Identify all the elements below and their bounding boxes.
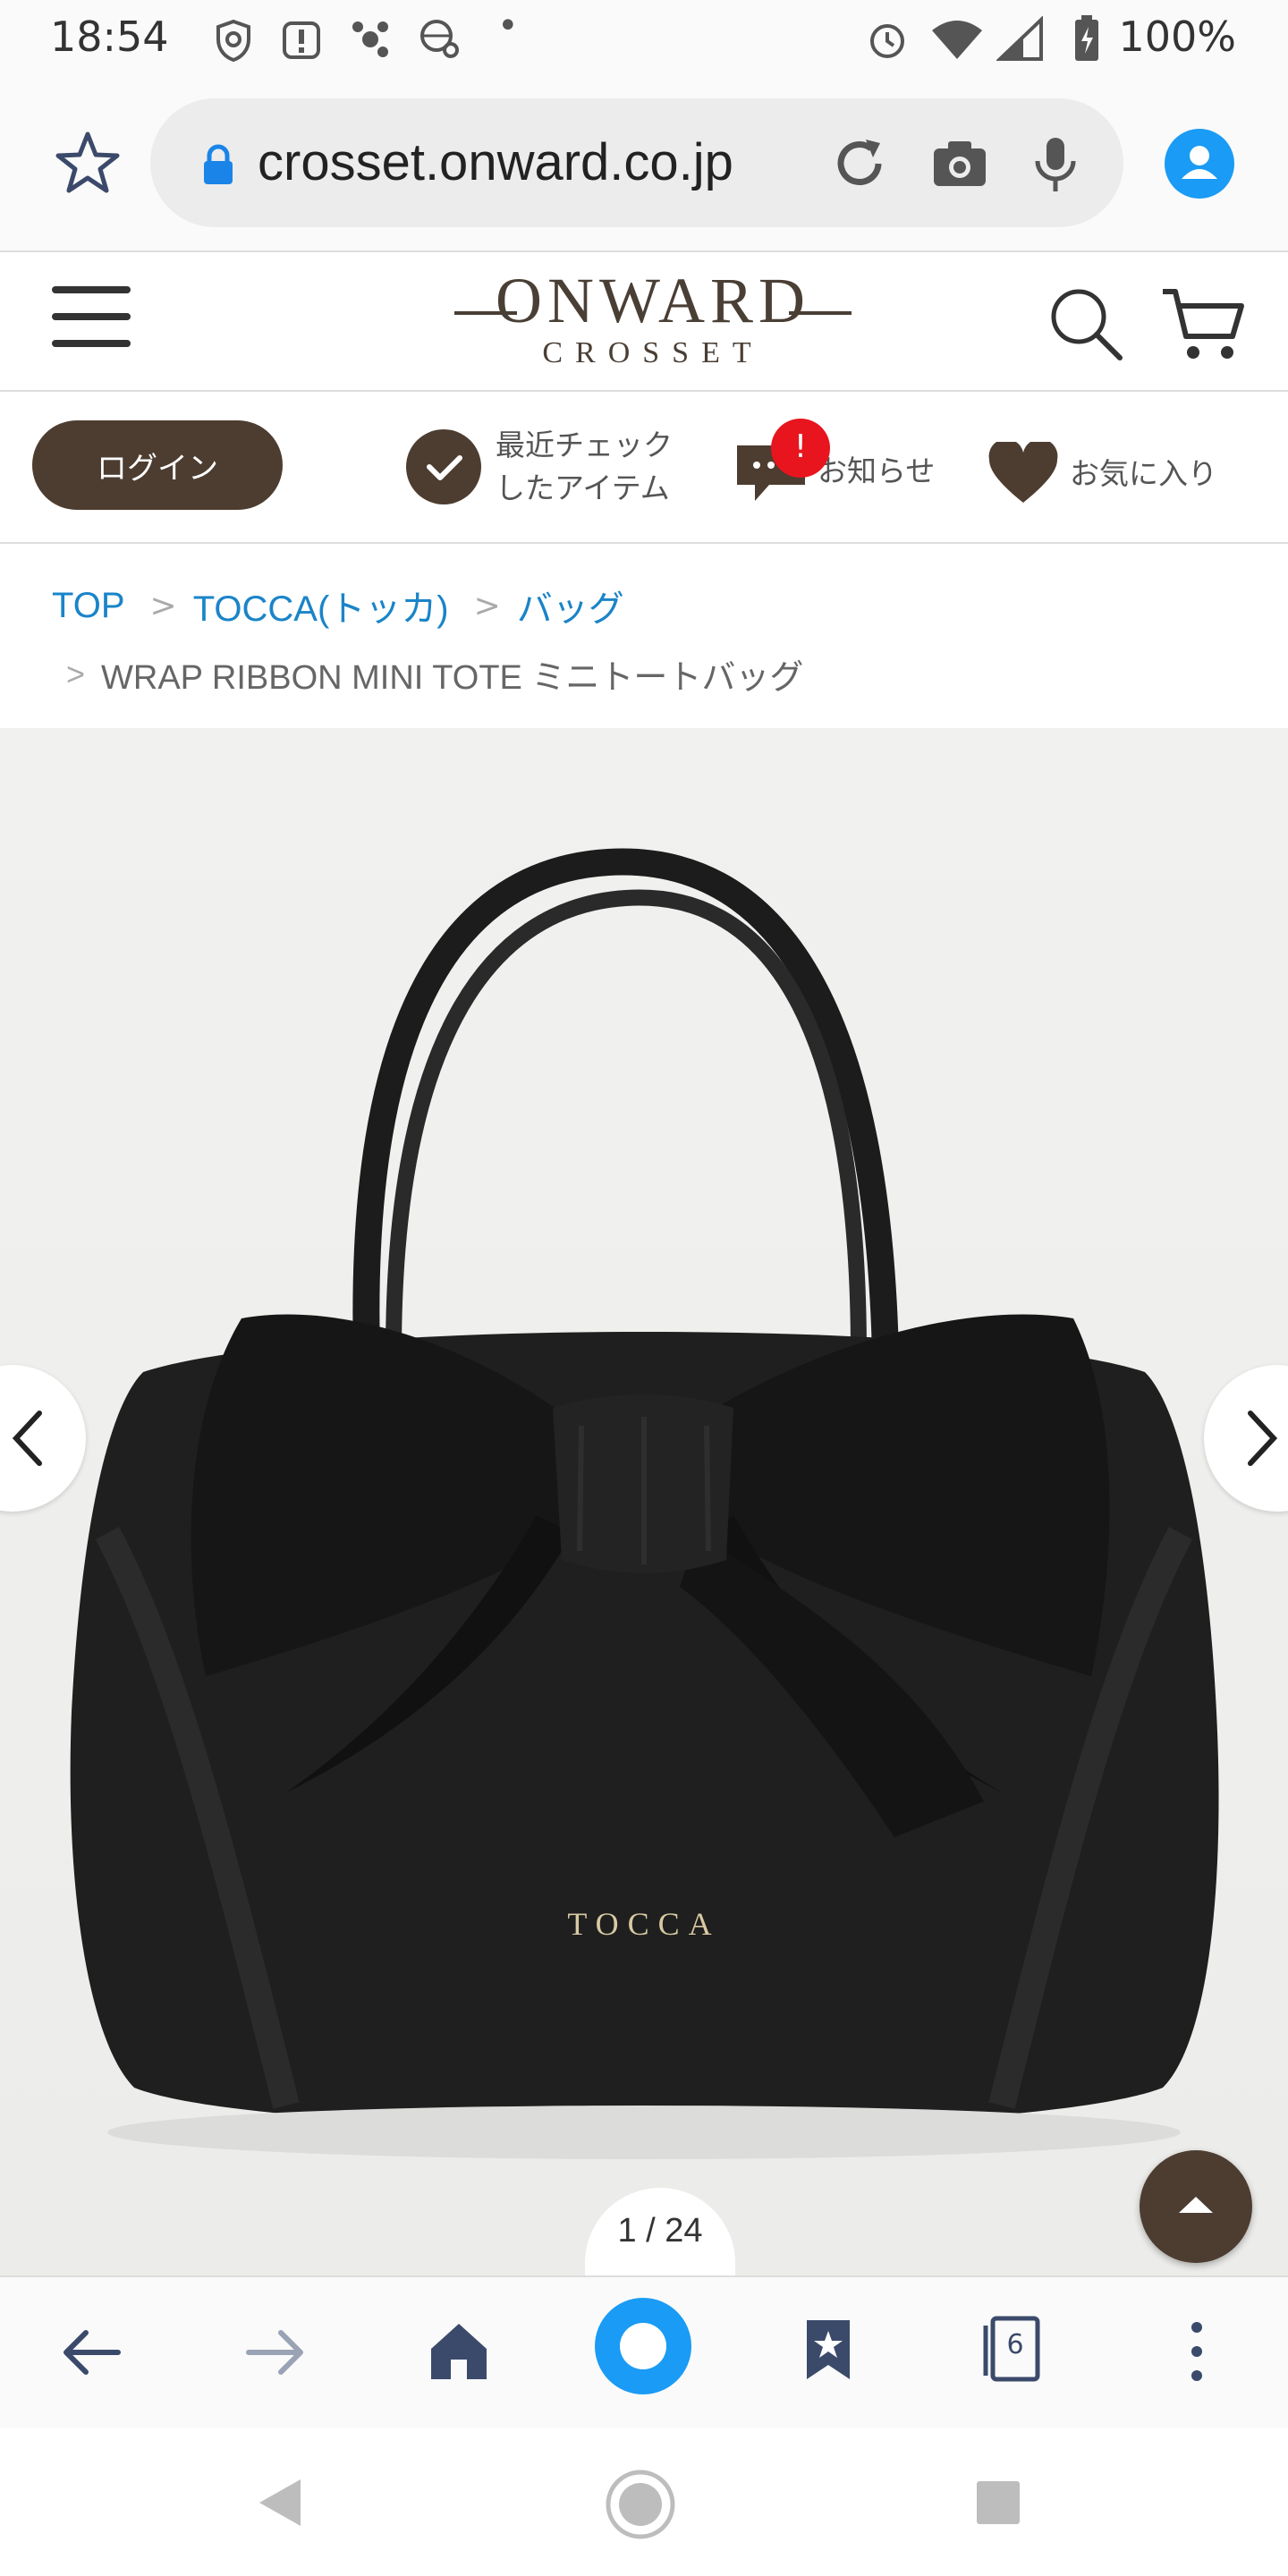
signal-icon	[996, 16, 1043, 61]
site-header: ONWARD CROSSET	[0, 250, 1288, 392]
more-options-icon[interactable]	[1181, 2318, 1213, 2385]
tab-count: 6	[1006, 2329, 1024, 2360]
check-icon	[406, 429, 481, 504]
brand-plate: TOCCA	[567, 1906, 721, 1942]
heart-icon	[988, 442, 1058, 503]
browser-toolbar: crosset.onward.co.jp	[0, 79, 1288, 250]
globe-search-icon	[420, 20, 459, 58]
wifi-icon	[932, 21, 982, 59]
search-icon[interactable]	[1046, 284, 1127, 365]
status-bar: 18:54 • 100%	[0, 0, 1288, 79]
browser-bottom-bar: 6	[0, 2275, 1288, 2428]
system-nav-bar	[0, 2428, 1288, 2576]
breadcrumb-link-brand[interactable]: TOCCA(トッカ)	[193, 580, 449, 631]
logo-rule-left	[454, 311, 517, 315]
status-time: 18:54	[50, 13, 169, 61]
reload-icon[interactable]	[830, 134, 889, 193]
breadcrumb-link-category[interactable]: バッグ	[517, 580, 624, 631]
notification-app-icon	[283, 21, 320, 59]
notification-badge: !	[771, 419, 830, 478]
url-text: crosset.onward.co.jp	[258, 133, 733, 191]
favorites-link[interactable]: お気に入り	[987, 442, 1217, 506]
next-image-button[interactable]	[1204, 1365, 1288, 1512]
shield-icon	[216, 19, 250, 63]
lock-icon	[204, 144, 233, 184]
forward-icon[interactable]	[243, 2324, 308, 2381]
logo-sub-text: CROSSET	[542, 336, 764, 369]
breadcrumb-separator: >	[473, 587, 501, 624]
chevron-left-icon	[12, 1411, 42, 1466]
favorite-label: お気に入り	[1070, 456, 1217, 491]
chevron-right-icon	[1248, 1411, 1278, 1466]
home-icon[interactable]	[426, 2318, 492, 2383]
notifications-link[interactable]: ! お知らせ	[733, 419, 936, 506]
address-bar[interactable]: crosset.onward.co.jp	[150, 98, 1123, 227]
battery-percent: 100%	[1118, 13, 1236, 61]
scroll-to-top-button[interactable]	[1140, 2150, 1252, 2263]
tabs-button[interactable]: 6	[980, 2313, 1041, 2385]
breadcrumb-current: WRAP RIBBON MINI TOTE ミニトートバッグ	[101, 659, 804, 697]
breadcrumb-link-top[interactable]: TOP	[52, 586, 125, 626]
app-icon	[352, 21, 388, 57]
battery-icon	[1075, 15, 1098, 61]
prev-image-button[interactable]	[0, 1365, 86, 1512]
breadcrumb-separator: >	[149, 587, 177, 624]
alarm-icon	[870, 24, 904, 58]
user-icon	[1182, 146, 1217, 179]
nav-back-icon[interactable]	[252, 2474, 306, 2531]
bookmark-star-icon[interactable]	[54, 129, 122, 197]
login-button[interactable]: ログイン	[32, 420, 283, 510]
status-dot: •	[497, 5, 519, 47]
cart-icon[interactable]	[1159, 284, 1245, 365]
back-icon[interactable]	[59, 2324, 123, 2381]
site-logo[interactable]: ONWARD CROSSET	[447, 265, 859, 381]
product-image-carousel[interactable]: TOCCA 1 / 24	[0, 728, 1288, 2275]
product-photo-bag	[70, 848, 1219, 2159]
menu-button[interactable]	[52, 286, 131, 354]
notice-label: お知らせ	[818, 453, 936, 488]
breadcrumb-separator: >	[66, 655, 86, 692]
utility-bar: ログイン 最近チェック したアイテム ! お知らせ お気に入り	[0, 394, 1288, 544]
recent-label-line2: したアイテム	[496, 470, 670, 505]
profile-avatar[interactable]	[1165, 129, 1234, 199]
bookmarks-icon[interactable]	[803, 2317, 853, 2383]
logo-main-text: ONWARD	[496, 265, 810, 336]
logo-rule-right	[789, 311, 852, 315]
breadcrumb: TOP > TOCCA(トッカ) > バッグ > WRAP RIBBON MIN…	[0, 546, 1288, 728]
triangle-up-icon	[1179, 2197, 1213, 2213]
microphone-icon[interactable]	[1030, 134, 1080, 193]
camera-icon[interactable]	[930, 134, 989, 193]
nav-recents-icon[interactable]	[973, 2478, 1023, 2528]
recent-label-line1: 最近チェック	[496, 428, 673, 462]
recently-viewed-link[interactable]: 最近チェック したアイテム	[406, 424, 673, 510]
assistant-button-icon[interactable]	[592, 2295, 694, 2397]
nav-home-icon[interactable]	[605, 2469, 676, 2540]
